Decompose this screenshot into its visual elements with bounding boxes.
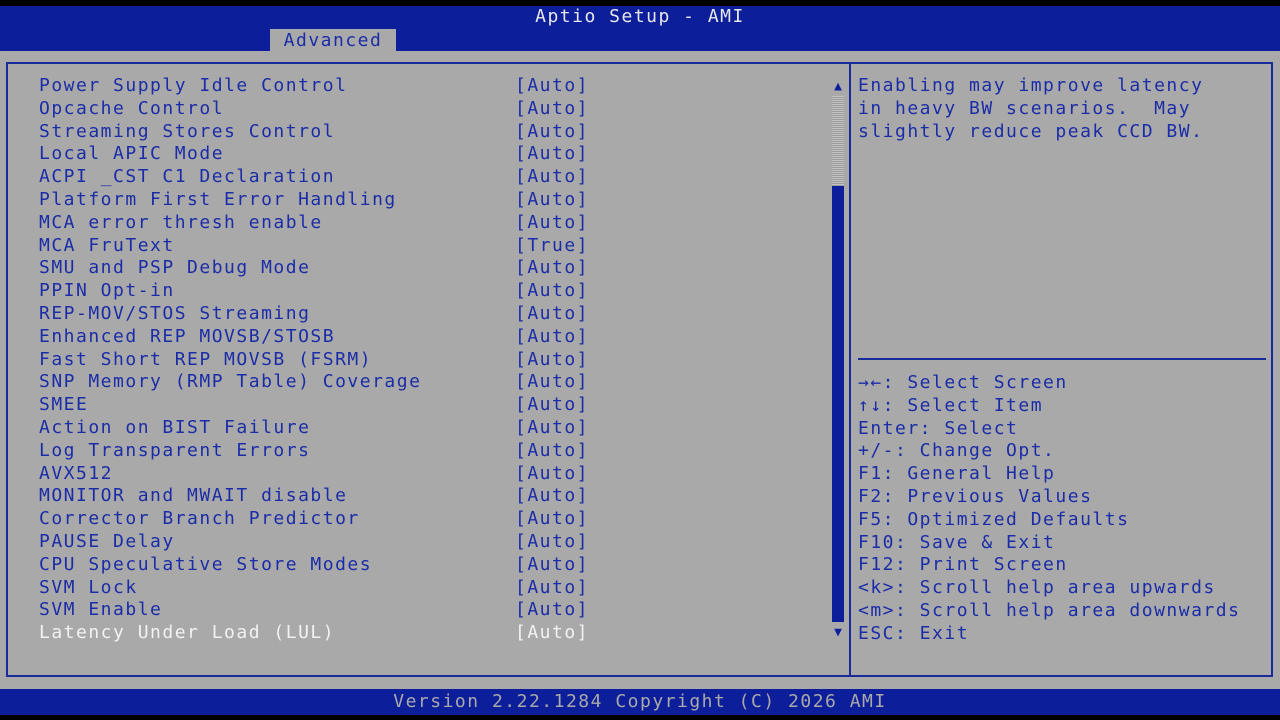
setting-row[interactable]: PAUSE Delay [Auto]: [39, 531, 599, 553]
key-hint: <m>: Scroll help area downwards: [858, 600, 1241, 621]
setting-label: ACPI _CST C1 Declaration: [39, 166, 336, 188]
setting-value[interactable]: [Auto]: [515, 75, 589, 96]
setting-value[interactable]: [True]: [515, 235, 589, 256]
setting-row[interactable]: MONITOR and MWAIT disable [Auto]: [39, 485, 599, 507]
setting-value[interactable]: [Auto]: [515, 98, 589, 119]
setting-label: Latency Under Load (LUL): [39, 622, 336, 644]
setting-row[interactable]: Streaming Stores Control [Auto]: [39, 121, 599, 143]
setting-row[interactable]: MCA FruText [True]: [39, 235, 599, 257]
key-hint: F1: General Help: [858, 463, 1056, 485]
setting-row[interactable]: Action on BIST Failure [Auto]: [39, 417, 599, 439]
setting-label: SNP Memory (RMP Table) Coverage: [39, 371, 422, 393]
setting-value[interactable]: [Auto]: [515, 257, 589, 278]
setting-row[interactable]: Latency Under Load (LUL) [Auto]: [39, 622, 599, 644]
setting-value[interactable]: [Auto]: [515, 280, 589, 301]
help-divider: [858, 358, 1266, 360]
setting-row[interactable]: CPU Speculative Store Modes [Auto]: [39, 554, 599, 576]
setting-label: Platform First Error Handling: [39, 189, 397, 210]
setting-value[interactable]: [Auto]: [515, 166, 589, 187]
setting-value[interactable]: [Auto]: [515, 463, 589, 484]
key-hint: F10: Save & Exit: [858, 531, 1056, 553]
scroll-down-arrow-icon[interactable]: ▼: [831, 626, 845, 640]
tab-advanced[interactable]: Advanced: [270, 29, 396, 51]
scroll-up-arrow-icon[interactable]: ▲: [831, 80, 845, 94]
setting-row[interactable]: Fast Short REP MOVSB (FSRM) [Auto]: [39, 349, 599, 371]
setting-row[interactable]: Platform First Error Handling [Auto]: [39, 189, 599, 211]
setting-label: MONITOR and MWAIT disable: [39, 485, 348, 507]
setting-value[interactable]: [Auto]: [515, 508, 589, 529]
key-hint: F2: Previous Values: [858, 486, 1093, 507]
setting-value[interactable]: [Auto]: [515, 326, 589, 347]
help-text-line: slightly reduce peak CCD BW.: [858, 120, 1204, 142]
setting-label: PAUSE Delay: [39, 531, 175, 552]
setting-row[interactable]: AVX512 [Auto]: [39, 463, 599, 485]
help-text-line: in heavy BW scenarios. May: [858, 97, 1192, 119]
key-hint: <k>: Scroll help area upwards: [858, 577, 1216, 599]
setting-row[interactable]: Power Supply Idle Control [Auto]: [39, 75, 599, 97]
setting-row[interactable]: REP-MOV/STOS Streaming [Auto]: [39, 303, 599, 325]
setting-row[interactable]: ACPI _CST C1 Declaration [Auto]: [39, 166, 599, 188]
key-hint: ESC: Exit: [858, 622, 970, 644]
setting-row[interactable]: Local APIC Mode [Auto]: [39, 143, 599, 165]
setting-row[interactable]: SVM Enable [Auto]: [39, 599, 599, 621]
setting-label: SVM Enable: [39, 599, 163, 621]
setting-value[interactable]: [Auto]: [515, 121, 589, 142]
key-hint: →←: Select Screen: [858, 372, 1068, 393]
key-hint: F5: Optimized Defaults: [858, 508, 1130, 530]
setting-label: Action on BIST Failure: [39, 417, 311, 438]
app-title: Aptio Setup - AMI: [535, 6, 745, 27]
setting-row[interactable]: SVM Lock [Auto]: [39, 577, 599, 599]
setting-value[interactable]: [Auto]: [515, 599, 589, 620]
setting-label: MCA error thresh enable: [39, 211, 323, 233]
scrollbar-thumb[interactable]: [832, 186, 844, 622]
scrollbar-track-upper: [832, 96, 844, 186]
setting-label: Corrector Branch Predictor: [39, 508, 360, 530]
key-hint: ↑↓: Select Item: [858, 394, 1044, 416]
help-text-line: Enabling may improve latency: [858, 75, 1204, 96]
setting-value[interactable]: [Auto]: [515, 143, 589, 164]
setting-label: SVM Lock: [39, 576, 138, 598]
setting-label: Opcache Control: [39, 97, 225, 119]
setting-value[interactable]: [Auto]: [515, 485, 589, 506]
setting-row[interactable]: SNP Memory (RMP Table) Coverage [Auto]: [39, 371, 599, 393]
version-footer: Version 2.22.1284 Copyright (C) 2026 AMI: [0, 689, 1280, 715]
setting-label: Streaming Stores Control: [39, 120, 336, 142]
setting-value[interactable]: [Auto]: [515, 349, 589, 370]
setting-row[interactable]: Enhanced REP MOVSB/STOSB [Auto]: [39, 326, 599, 348]
setting-value[interactable]: [Auto]: [515, 577, 589, 598]
setting-label: Log Transparent Errors: [39, 439, 311, 461]
setting-row[interactable]: SMEE [Auto]: [39, 394, 599, 416]
setting-label: AVX512: [39, 462, 114, 484]
setting-row[interactable]: Opcache Control [Auto]: [39, 98, 599, 120]
key-hint: F12: Print Screen: [858, 554, 1068, 576]
setting-label: SMU and PSP Debug Mode: [39, 257, 311, 279]
setting-row[interactable]: MCA error thresh enable [Auto]: [39, 212, 599, 234]
setting-value[interactable]: [Auto]: [515, 189, 589, 210]
setting-label: MCA FruText: [39, 234, 175, 256]
setting-label: REP-MOV/STOS Streaming: [39, 303, 311, 324]
setting-label: Local APIC Mode: [39, 143, 225, 165]
vertical-divider: [849, 62, 851, 677]
setting-value[interactable]: [Auto]: [515, 212, 589, 233]
setting-value[interactable]: [Auto]: [515, 531, 589, 552]
setting-value[interactable]: [Auto]: [515, 394, 589, 415]
setting-row[interactable]: Log Transparent Errors [Auto]: [39, 440, 599, 462]
setting-label: Enhanced REP MOVSB/STOSB: [39, 325, 336, 347]
setting-label: PPIN Opt-in: [39, 280, 175, 302]
setting-value[interactable]: [Auto]: [515, 303, 589, 324]
setting-label: Fast Short REP MOVSB (FSRM): [39, 348, 373, 370]
key-hint: +/-: Change Opt.: [858, 440, 1056, 462]
setting-label: CPU Speculative Store Modes: [39, 553, 373, 575]
setting-value[interactable]: [Auto]: [515, 554, 589, 575]
setting-label: SMEE: [39, 394, 89, 416]
setting-row[interactable]: SMU and PSP Debug Mode [Auto]: [39, 257, 599, 279]
setting-value[interactable]: [Auto]: [515, 417, 589, 438]
setting-value[interactable]: [Auto]: [515, 371, 589, 392]
setting-row[interactable]: Corrector Branch Predictor [Auto]: [39, 508, 599, 530]
setting-value[interactable]: [Auto]: [515, 622, 589, 643]
setting-row[interactable]: PPIN Opt-in [Auto]: [39, 280, 599, 302]
setting-label: Power Supply Idle Control: [39, 75, 348, 96]
setting-value[interactable]: [Auto]: [515, 440, 589, 461]
key-hint: Enter: Select: [858, 417, 1019, 439]
